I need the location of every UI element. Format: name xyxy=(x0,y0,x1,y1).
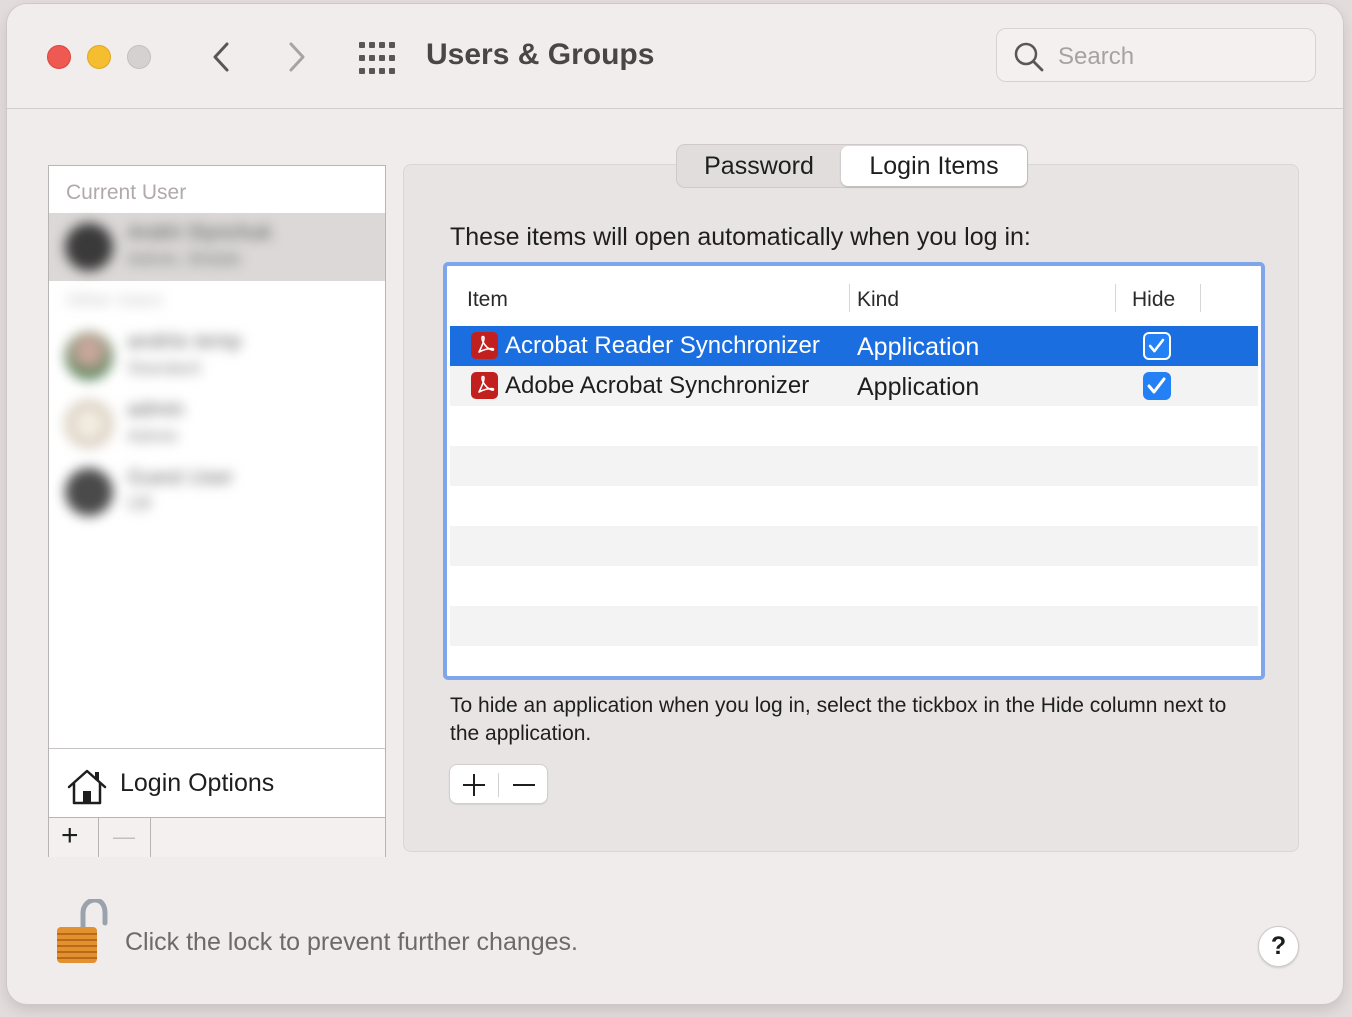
user-row[interactable]: andriis temp Standard xyxy=(49,322,385,388)
avatar xyxy=(65,468,113,516)
avatar xyxy=(65,400,113,448)
avatar xyxy=(65,332,113,380)
user-row[interactable]: admin Admin xyxy=(49,390,385,456)
button-divider xyxy=(498,773,499,797)
table-row[interactable]: Acrobat Reader Synchronizer Application xyxy=(450,326,1258,366)
add-user-button[interactable]: + xyxy=(49,818,99,857)
search-icon xyxy=(1014,42,1044,72)
user-role: Off xyxy=(127,494,151,514)
zoom-button[interactable] xyxy=(127,45,151,69)
login-item-kind: Application xyxy=(857,333,980,361)
hide-checkbox[interactable] xyxy=(1143,372,1171,400)
avatar xyxy=(65,223,113,271)
remove-user-button[interactable]: — xyxy=(99,818,151,857)
tab-login-items[interactable]: Login Items xyxy=(841,146,1027,186)
empty-row xyxy=(450,406,1258,446)
current-user-row[interactable]: Andrii Slynchuk Admin, Mobile xyxy=(49,213,385,281)
empty-row xyxy=(450,606,1258,646)
add-user-label: + xyxy=(61,819,79,852)
user-role: Admin, Mobile xyxy=(127,249,242,269)
column-header-item[interactable]: Item xyxy=(467,288,508,312)
column-divider xyxy=(1115,284,1116,312)
lock-status-text: Click the lock to prevent further change… xyxy=(125,928,579,956)
login-items-add-remove xyxy=(449,764,548,804)
users-list-panel: Current User Andrii Slynchuk Admin, Mobi… xyxy=(48,165,386,857)
user-name: andriis temp xyxy=(127,330,242,353)
forward-chevron-icon[interactable] xyxy=(281,40,311,74)
user-name: Andrii Slynchuk xyxy=(127,221,272,244)
empty-row xyxy=(450,486,1258,526)
login-item-kind: Application xyxy=(857,373,980,401)
tab-password[interactable]: Password xyxy=(679,146,839,186)
user-role: Admin xyxy=(127,426,179,446)
column-divider xyxy=(849,284,850,312)
window-title: Users & Groups xyxy=(426,38,655,71)
empty-row xyxy=(450,526,1258,566)
empty-row xyxy=(450,446,1258,486)
add-login-item-button[interactable] xyxy=(462,773,486,797)
login-item-name: Adobe Acrobat Synchronizer xyxy=(505,372,810,399)
checkmark-icon xyxy=(1148,338,1165,353)
user-row[interactable]: Guest User Off xyxy=(49,458,385,524)
search-field[interactable]: Search xyxy=(996,28,1316,82)
search-placeholder: Search xyxy=(1058,43,1135,70)
table-header: Item Kind Hide xyxy=(450,269,1258,326)
hide-hint-text: To hide an application when you log in, … xyxy=(450,694,1227,745)
empty-row xyxy=(450,566,1258,606)
help-button[interactable]: ? xyxy=(1258,926,1299,967)
column-header-kind[interactable]: Kind xyxy=(857,288,899,312)
checkmark-icon xyxy=(1147,377,1166,394)
close-button[interactable] xyxy=(47,45,71,69)
acrobat-app-icon xyxy=(471,372,498,399)
user-name: Guest User xyxy=(127,466,234,489)
table-row[interactable]: Adobe Acrobat Synchronizer Application xyxy=(450,366,1258,406)
hide-checkbox[interactable] xyxy=(1143,332,1171,360)
tab-control: Password Login Items xyxy=(676,144,1028,188)
users-add-remove-bar: + — xyxy=(49,817,385,857)
column-divider xyxy=(1200,284,1201,312)
house-icon xyxy=(67,769,107,805)
login-options-row[interactable]: Login Options xyxy=(49,748,385,818)
preferences-window: Users & Groups Search Current User Andri… xyxy=(7,4,1343,1004)
remove-login-item-button[interactable] xyxy=(512,773,536,797)
other-users-heading: Other Users xyxy=(66,290,164,310)
current-user-heading: Current User xyxy=(66,181,187,204)
login-items-table[interactable]: Item Kind Hide Acrobat Reader Synchroniz… xyxy=(443,262,1265,680)
remove-user-label: — xyxy=(113,824,135,849)
show-all-grid-icon[interactable] xyxy=(359,42,395,74)
login-items-intro: These items will open automatically when… xyxy=(450,223,1031,251)
login-item-name: Acrobat Reader Synchronizer xyxy=(505,332,820,359)
login-options-label: Login Options xyxy=(120,769,275,797)
user-role: Standard xyxy=(127,358,201,378)
unlocked-padlock-icon[interactable] xyxy=(55,899,109,965)
column-header-hide[interactable]: Hide xyxy=(1132,288,1175,312)
title-bar: Users & Groups Search xyxy=(7,4,1343,109)
user-name: admin xyxy=(127,398,185,421)
back-chevron-icon[interactable] xyxy=(207,40,237,74)
minimize-button[interactable] xyxy=(87,45,111,69)
acrobat-app-icon xyxy=(471,332,498,359)
